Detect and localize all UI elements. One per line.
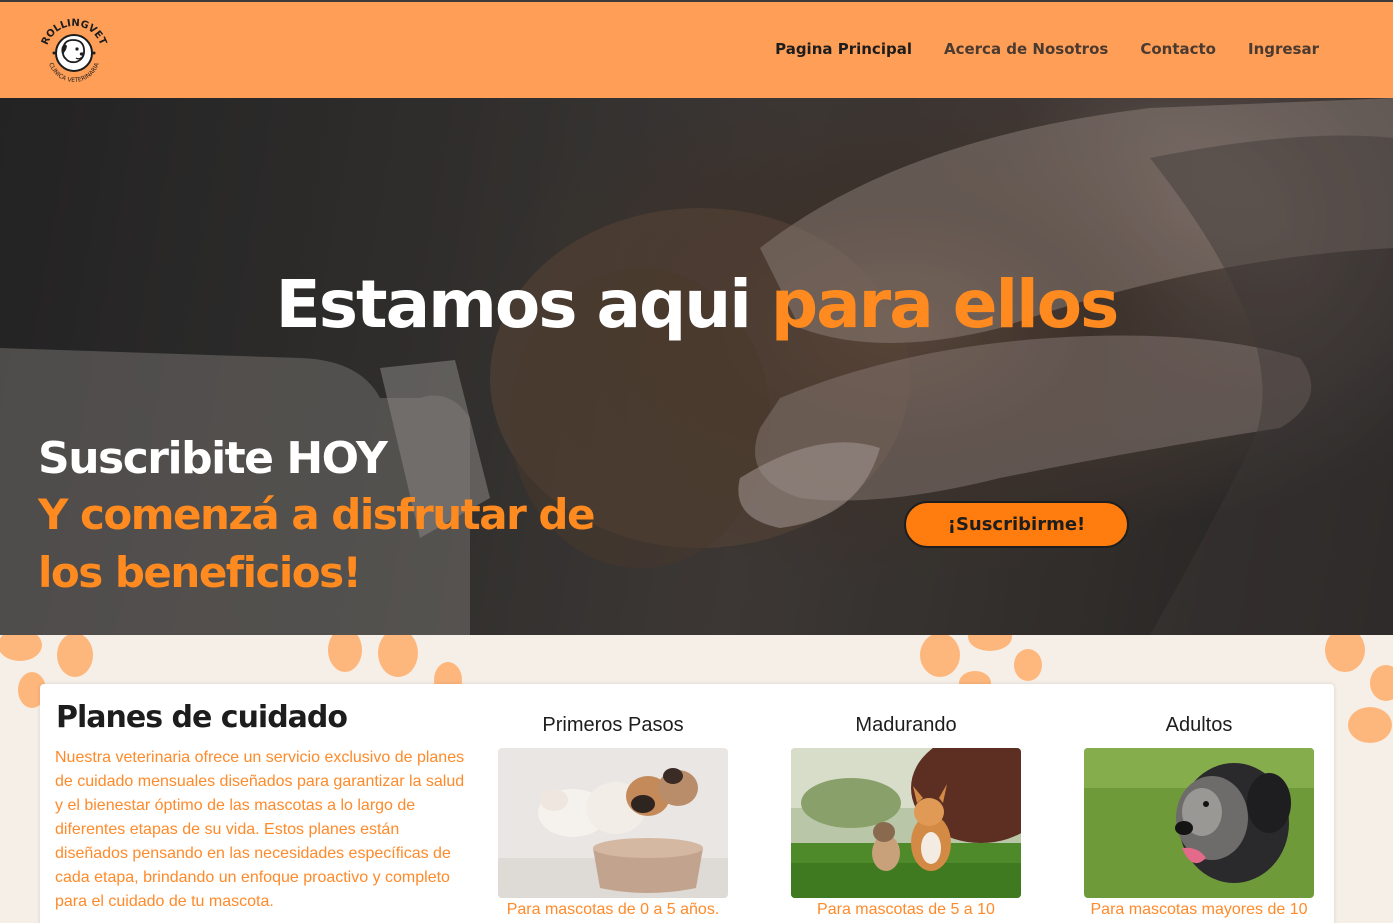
nav-link-home[interactable]: Pagina Principal xyxy=(775,40,912,58)
plan-name: Primeros Pasos xyxy=(542,714,684,736)
plan-card-primeros-pasos[interactable]: Primeros Pasos Para mascotas de 0 a 5 añ… xyxy=(498,714,728,919)
hero-title-accent: para ellos xyxy=(770,266,1119,343)
senior-dog-image xyxy=(1084,748,1314,898)
subscribe-subheading-2: los beneficios! xyxy=(38,548,362,597)
plan-caption: Para mascotas de 0 a 5 años. xyxy=(506,901,720,918)
subscribe-promo: Suscribite HOY Y comenzá a disfrutar de … xyxy=(38,432,678,602)
plan-card-adultos[interactable]: Adultos Para mascotas mayores de 10 xyxy=(1084,714,1314,919)
rollingvet-logo[interactable]: ROLLINGVET CLINICA VETERINARIA xyxy=(36,16,112,90)
hero-title-white: Estamos aqui xyxy=(275,266,771,343)
plan-caption: Para mascotas de 5 a 10 xyxy=(817,901,995,918)
plan-caption: Para mascotas mayores de 10 xyxy=(1090,901,1308,918)
subscribe-button[interactable]: ¡Suscribirme! xyxy=(904,501,1129,548)
plan-name: Adultos xyxy=(1165,714,1233,736)
subscribe-subheading-1: Y comenzá a disfrutar de xyxy=(38,490,595,539)
navbar: ROLLINGVET CLINICA VETERINARIA Pagina Pr… xyxy=(0,0,1393,98)
care-plans-card: Planes de cuidado Nuestra veterinaria of… xyxy=(40,684,1334,923)
care-plans-title: Planes de cuidado xyxy=(56,700,348,735)
nav-link-about[interactable]: Acerca de Nosotros xyxy=(944,40,1108,58)
care-plans-description: Nuestra veterinaria ofrece un servicio e… xyxy=(55,749,465,910)
hero-title: Estamos aqui para ellos xyxy=(0,266,1393,343)
main-nav: Pagina Principal Acerca de Nosotros Cont… xyxy=(775,40,1319,58)
plan-card-madurando[interactable]: Madurando Para mascotas de 5 a 10 xyxy=(791,714,1021,919)
hero-banner: Estamos aqui para ellos Suscribite HOY Y… xyxy=(0,98,1393,635)
cat-and-corgi-image xyxy=(791,748,1021,898)
nav-link-login[interactable]: Ingresar xyxy=(1248,40,1319,58)
nav-link-contact[interactable]: Contacto xyxy=(1140,40,1216,58)
subscribe-heading: Suscribite HOY xyxy=(38,433,388,484)
plan-name: Madurando xyxy=(855,714,957,736)
puppies-image xyxy=(498,748,728,898)
